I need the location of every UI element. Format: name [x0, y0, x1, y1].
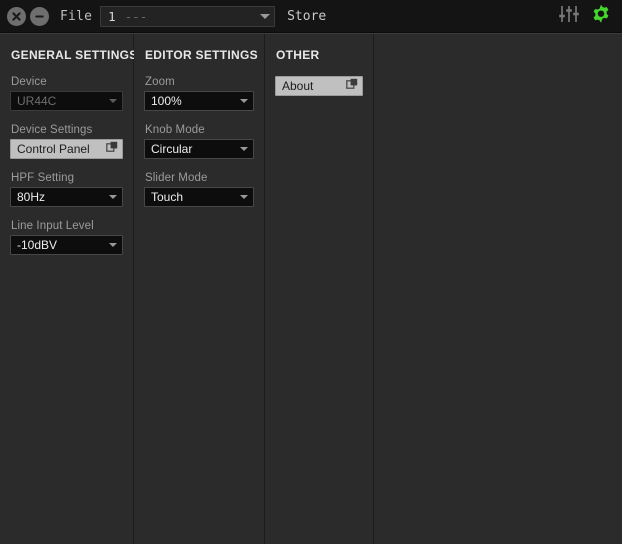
slider-mode-dropdown[interactable]: Touch: [144, 187, 254, 207]
column-empty-area: [374, 34, 622, 544]
dropdown-value: 80Hz: [17, 190, 46, 204]
dropdown-value: -10dBV: [17, 238, 58, 252]
dropdown-value: 100%: [151, 94, 182, 108]
device-dropdown[interactable]: UR44C: [10, 91, 123, 111]
button-label: About: [282, 79, 314, 93]
field-device: Device UR44C: [10, 76, 123, 111]
field-label: Device: [11, 76, 47, 88]
column-title: GENERAL SETTINGS: [11, 48, 138, 62]
chevron-down-icon: [240, 147, 248, 151]
field-knob-mode: Knob Mode Circular: [144, 124, 254, 159]
field-device-settings: Device Settings Control Panel: [10, 124, 123, 159]
control-panel-button[interactable]: Control Panel: [10, 139, 123, 159]
column-title: OTHER: [276, 48, 320, 62]
minimize-icon: [34, 11, 45, 22]
field-label: Zoom: [145, 76, 175, 88]
dropdown-value: Circular: [151, 142, 193, 156]
toolbar-right-icons: [558, 3, 614, 30]
field-about: About: [275, 76, 363, 96]
chevron-down-icon: [109, 195, 117, 199]
field-zoom: Zoom 100%: [144, 76, 254, 111]
knob-mode-dropdown[interactable]: Circular: [144, 139, 254, 159]
toolbar: File 1 --- Store: [0, 0, 622, 33]
zoom-dropdown[interactable]: 100%: [144, 91, 254, 111]
field-label: Line Input Level: [11, 220, 94, 232]
file-menu-label[interactable]: File: [60, 9, 92, 24]
preset-name: ---: [124, 8, 148, 24]
chevron-down-icon: [109, 99, 117, 103]
dropdown-value: Touch: [151, 190, 184, 204]
field-label: Knob Mode: [145, 124, 205, 136]
hpf-setting-dropdown[interactable]: 80Hz: [10, 187, 123, 207]
field-hpf-setting: HPF Setting 80Hz: [10, 172, 123, 207]
open-external-window-icon: [346, 77, 358, 95]
preset-number: 1: [108, 8, 116, 24]
settings-window: File 1 --- Store GENERAL SETTINGS Device…: [0, 0, 622, 544]
settings-columns: GENERAL SETTINGS Device UR44C Device Set…: [0, 33, 622, 544]
minimize-button[interactable]: [30, 6, 49, 26]
field-label: Slider Mode: [145, 172, 208, 184]
chevron-down-icon: [109, 243, 117, 247]
dropdown-value: UR44C: [17, 94, 57, 108]
line-input-level-dropdown[interactable]: -10dBV: [10, 235, 123, 255]
column-editor-settings: EDITOR SETTINGS Zoom 100% Knob Mode Circ…: [134, 34, 266, 544]
close-button[interactable]: [7, 6, 26, 26]
field-label: HPF Setting: [11, 172, 75, 184]
column-other: OTHER About: [265, 34, 375, 544]
close-icon: [11, 11, 22, 22]
chevron-down-icon: [240, 99, 248, 103]
gear-icon[interactable]: [590, 3, 612, 30]
column-title: EDITOR SETTINGS: [145, 48, 258, 62]
field-slider-mode: Slider Mode Touch: [144, 172, 254, 207]
store-button[interactable]: Store: [287, 9, 326, 24]
chevron-down-icon: [260, 13, 271, 19]
button-label: Control Panel: [17, 142, 90, 156]
chevron-down-icon: [240, 195, 248, 199]
column-general-settings: GENERAL SETTINGS Device UR44C Device Set…: [0, 34, 138, 544]
about-button[interactable]: About: [275, 76, 363, 96]
faders-icon[interactable]: [558, 4, 580, 29]
preset-select[interactable]: 1 ---: [100, 5, 276, 27]
open-external-window-icon: [106, 140, 118, 158]
field-label: Device Settings: [11, 124, 93, 136]
field-line-input-level: Line Input Level -10dBV: [10, 220, 123, 255]
